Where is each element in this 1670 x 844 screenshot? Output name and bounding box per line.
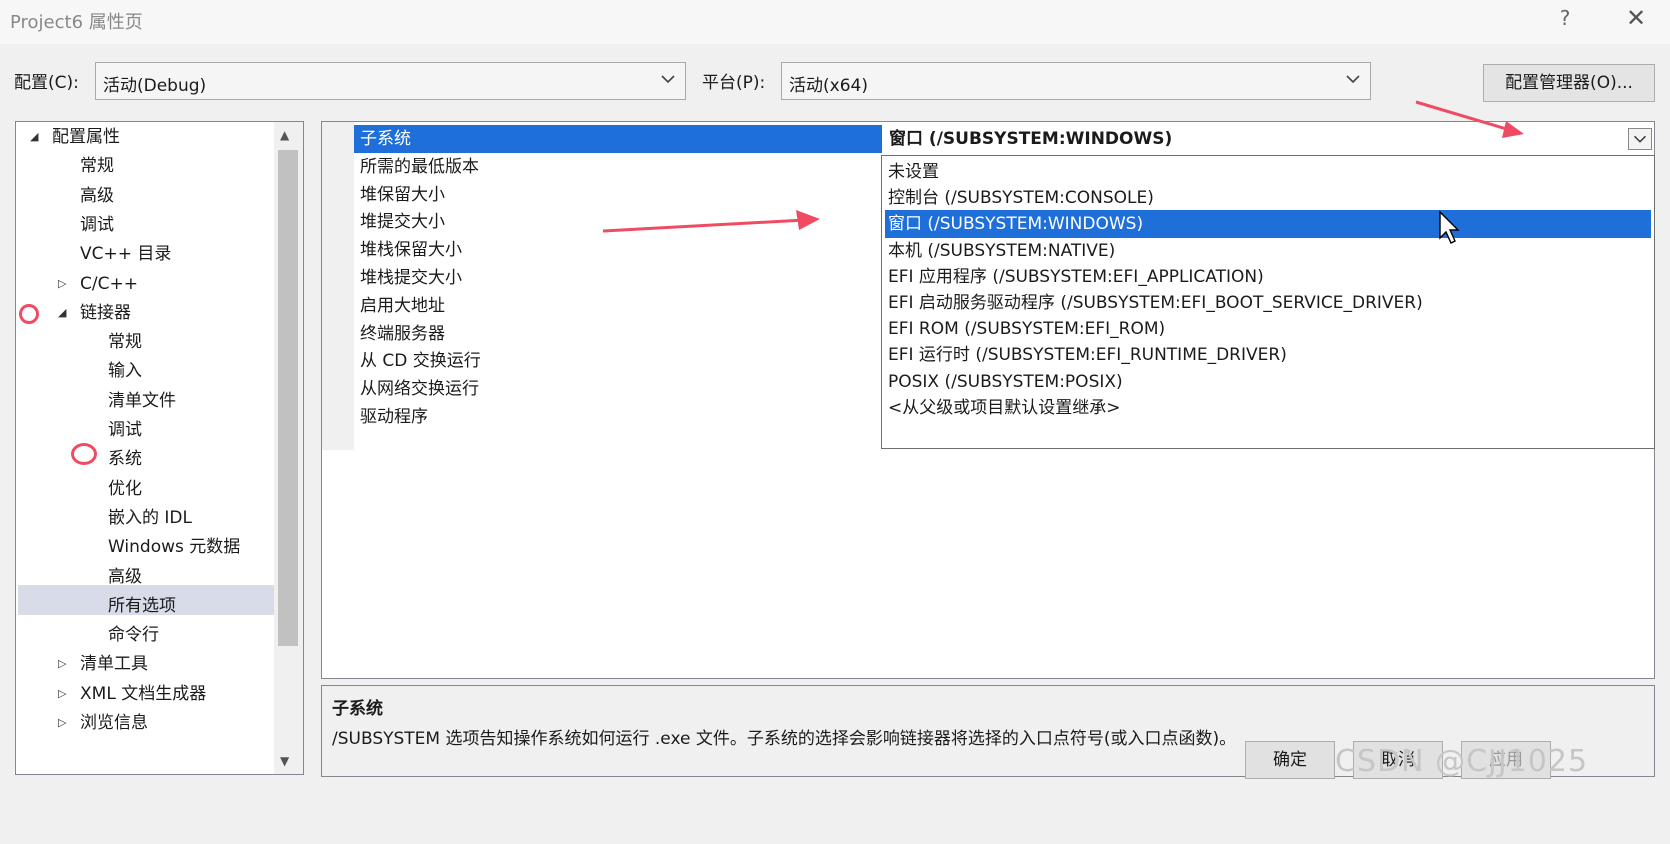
annotation-arrowhead — [796, 210, 820, 230]
annotation-circle — [71, 443, 97, 465]
annotation-arrowhead — [1502, 121, 1524, 138]
mouse-pointer-icon — [1439, 210, 1460, 244]
annotation-circle — [19, 304, 39, 324]
annotation-layer — [602, 100, 1524, 244]
annotation-arrow — [602, 218, 806, 233]
annotation-arrow — [1415, 100, 1511, 132]
